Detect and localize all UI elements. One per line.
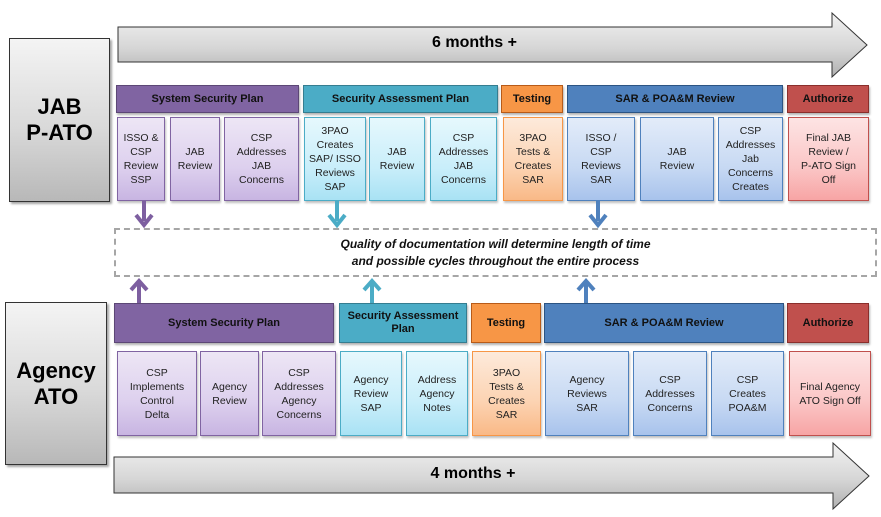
jab-phase-testing: Testing xyxy=(501,85,563,113)
agency-phase-ssp: System Security Plan xyxy=(114,303,334,343)
agency-step: CSP Implements Control Delta xyxy=(117,351,197,436)
agency-step: Agency Reviews SAR xyxy=(545,351,629,436)
jab-step: CSP Addresses JAB Concerns xyxy=(224,117,299,201)
agency-ato-label: Agency ATO xyxy=(5,302,107,465)
agency-timeline-arrow: 4 months + xyxy=(113,441,871,511)
quality-note: Quality of documentation will determine … xyxy=(114,228,877,277)
jab-step: ISSO & CSP Review SSP xyxy=(117,117,165,201)
jab-step: ISSO / CSP Reviews SAR xyxy=(567,117,635,201)
agency-step: CSP Addresses Concerns xyxy=(633,351,707,436)
jab-timeline-arrow: 6 months + xyxy=(117,11,869,80)
arrow-up-icon xyxy=(129,278,149,306)
agency-step: Agency Review SAP xyxy=(340,351,402,436)
agency-step: CSP Addresses Agency Concerns xyxy=(262,351,336,436)
agency-duration: 4 months + xyxy=(430,465,516,482)
jab-phase-authorize: Authorize xyxy=(787,85,869,113)
jab-duration: 6 months + xyxy=(432,34,517,51)
agency-phase-testing: Testing xyxy=(471,303,541,343)
jab-step: JAB Review xyxy=(369,117,425,201)
jab-phase-ssp: System Security Plan xyxy=(116,85,299,113)
arrow-down-icon xyxy=(134,201,154,229)
jab-step: 3PAO Tests & Creates SAR xyxy=(503,117,563,201)
agency-step: Final Agency ATO Sign Off xyxy=(789,351,871,436)
jab-step: Final JAB Review / P-ATO Sign Off xyxy=(788,117,869,201)
jab-step: JAB Review xyxy=(170,117,220,201)
agency-step: Address Agency Notes xyxy=(406,351,468,436)
arrow-down-icon xyxy=(588,201,608,229)
jab-p-ato-label: JAB P-ATO xyxy=(9,38,110,202)
arrow-down-icon xyxy=(327,201,347,229)
agency-phase-authorize: Authorize xyxy=(787,303,869,343)
agency-phase-sar-review: SAR & POA&M Review xyxy=(544,303,784,343)
agency-step: Agency Review xyxy=(200,351,259,436)
jab-phase-sar-review: SAR & POA&M Review xyxy=(567,85,783,113)
agency-phase-sap: Security Assessment Plan xyxy=(339,303,467,343)
jab-step: JAB Review xyxy=(640,117,714,201)
arrow-up-icon xyxy=(362,278,382,306)
arrow-up-icon xyxy=(576,278,596,306)
jab-step: 3PAO Creates SAP/ ISSO Reviews SAP xyxy=(304,117,366,201)
jab-step: CSP Addresses JAB Concerns xyxy=(430,117,497,201)
jab-phase-sap: Security Assessment Plan xyxy=(303,85,498,113)
agency-step: 3PAO Tests & Creates SAR xyxy=(472,351,541,436)
agency-step: CSP Creates POA&M xyxy=(711,351,784,436)
jab-step: CSP Addresses Jab Concerns Creates xyxy=(718,117,783,201)
